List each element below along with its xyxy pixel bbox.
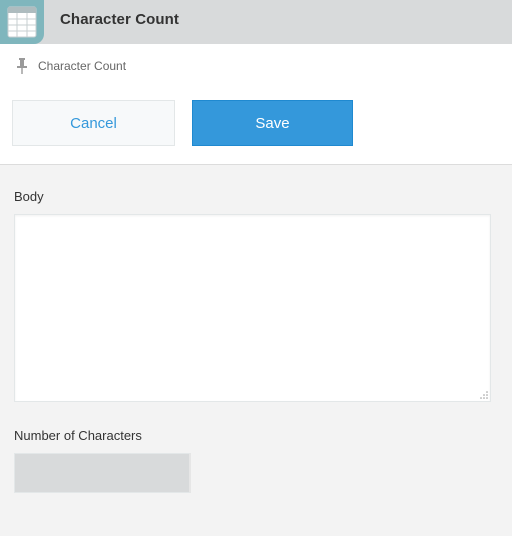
character-count-field <box>14 453 191 493</box>
body-textarea[interactable] <box>14 214 491 402</box>
pin-icon <box>17 58 27 74</box>
cancel-button[interactable]: Cancel <box>12 100 175 146</box>
breadcrumb: Character Count <box>16 56 126 76</box>
spreadsheet-icon[interactable] <box>0 0 44 44</box>
app-title: Character Count <box>60 11 180 28</box>
app-header: Character Count <box>0 0 512 44</box>
character-count-label: Number of Characters <box>14 428 142 443</box>
save-button[interactable]: Save <box>192 100 353 146</box>
resize-grip-icon[interactable] <box>480 391 488 399</box>
body-label: Body <box>14 189 44 204</box>
breadcrumb-label[interactable]: Character Count <box>38 59 126 73</box>
